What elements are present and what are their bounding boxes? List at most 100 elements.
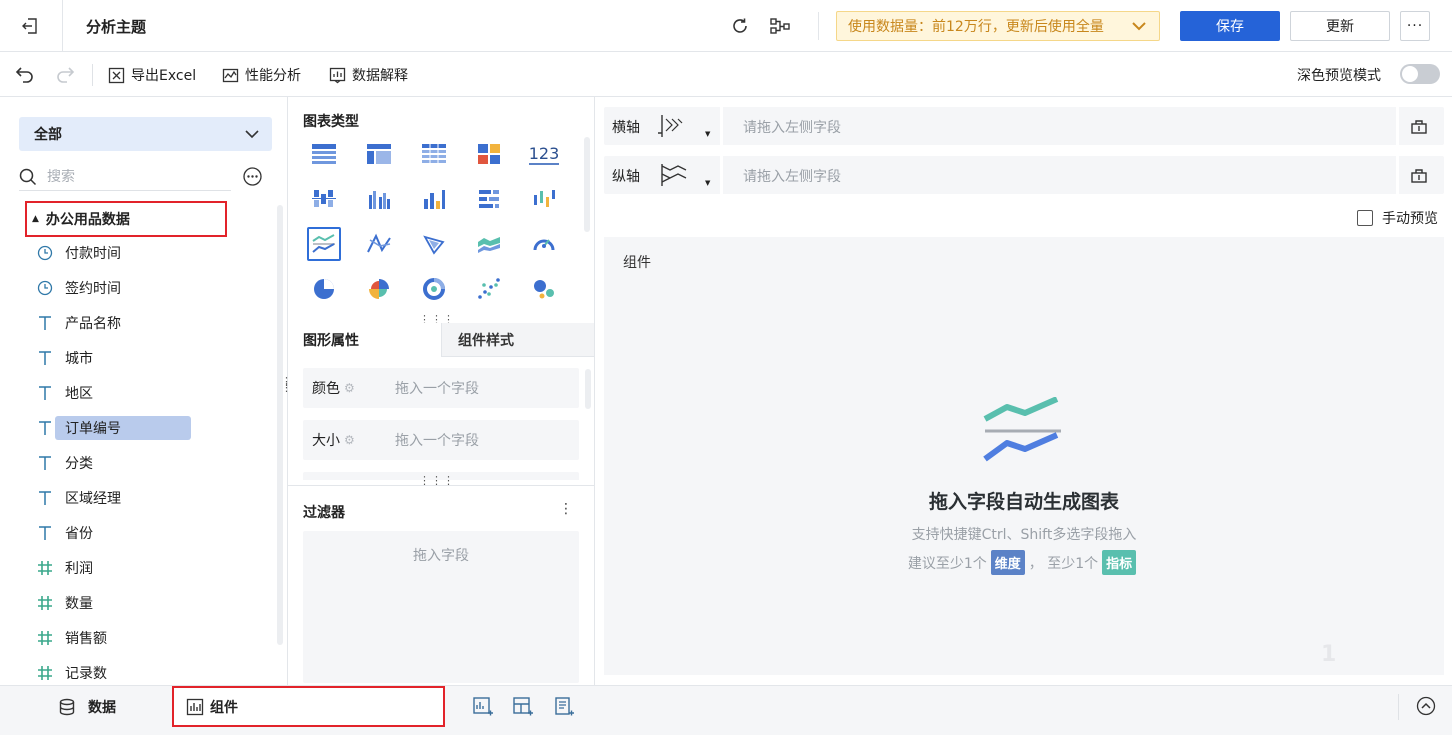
field-item[interactable]: 销售额 [36, 626, 107, 650]
more-menu-button[interactable]: ··· [1400, 11, 1430, 41]
number-card-label: 123 [528, 143, 560, 165]
exit-icon[interactable] [16, 14, 44, 38]
field-item[interactable]: 分类 [36, 451, 93, 475]
color-label-text: 颜色 [312, 381, 340, 397]
tab-component-style[interactable]: 组件样式 [441, 323, 594, 357]
crosstab-chart-icon[interactable] [362, 137, 396, 171]
empty-state-suggestion: 建议至少1个 维度 ， 至少1个 指标 [604, 550, 1444, 575]
field-list-scrollbar[interactable] [277, 205, 283, 645]
axis-settings-icon[interactable] [1410, 117, 1428, 135]
dataset-scope-value: 全部 [34, 127, 62, 143]
chart-canvas-panel: 横轴 ▼ 请拖入左侧字段 纵轴 ▼ 请拖入左侧字段 手动预览 组件 拖入字段自动… [595, 97, 1452, 685]
scatter-chart-icon[interactable] [472, 272, 506, 306]
text-type-icon [36, 525, 54, 541]
caret-down-icon[interactable]: ▼ [705, 179, 710, 187]
field-item[interactable]: 城市 [36, 346, 93, 370]
refresh-icon[interactable] [727, 13, 753, 39]
range-bar-icon[interactable] [527, 182, 561, 216]
caret-down-icon[interactable]: ▲ [32, 214, 39, 224]
y-axis-label: 纵轴 [612, 169, 640, 185]
add-dashboard-icon[interactable] [512, 696, 534, 718]
add-report-icon[interactable] [553, 696, 575, 718]
tab-shape-properties[interactable]: 图形属性 [288, 323, 441, 357]
area-chart-icon[interactable] [472, 227, 506, 261]
gear-icon[interactable]: ⚙ [344, 381, 355, 395]
data-volume-notice[interactable]: 使用数据量：前12万行，更新后使用全量 [836, 11, 1160, 41]
export-excel-button[interactable]: 导出Excel [108, 64, 196, 86]
field-item[interactable]: 区域经理 [36, 486, 121, 510]
component-tab[interactable]: 组件 [172, 686, 445, 727]
line-chart-illustration-icon [983, 397, 1061, 462]
detail-table-icon[interactable] [417, 137, 451, 171]
x-axis-drop-zone[interactable]: 横轴 ▼ 请拖入左侧字段 [604, 107, 1444, 145]
rose-chart-icon[interactable] [362, 272, 396, 306]
field-item[interactable]: 数量 [36, 591, 93, 615]
color-drop-zone[interactable]: 颜色 ⚙ 拖入一个字段 [303, 368, 579, 408]
more-options-icon[interactable] [243, 167, 262, 186]
divider [720, 156, 723, 194]
dark-preview-toggle[interactable] [1400, 64, 1440, 84]
y-axis-drop-zone[interactable]: 纵轴 ▼ 请拖入左侧字段 [604, 156, 1444, 194]
component-title[interactable]: 组件 [623, 252, 651, 272]
text-type-icon [36, 420, 54, 436]
horizontal-bar-icon[interactable] [472, 182, 506, 216]
field-item[interactable]: 利润 [36, 556, 93, 580]
table-chart-icon[interactable] [307, 137, 341, 171]
field-item[interactable]: 地区 [36, 381, 93, 405]
search-input[interactable] [47, 168, 217, 185]
resize-handle-icon[interactable]: ⋮⋮⋮ [419, 475, 455, 486]
chevron-up-circle-icon[interactable] [1416, 696, 1436, 716]
donut-chart-icon[interactable] [417, 272, 451, 306]
manual-preview-checkbox[interactable]: 手动预览 [1357, 208, 1438, 228]
data-panel: 全部 ▲ 办公用品数据 付款时间签约时间产品名称城市地区订单编号分类区域经理省份… [0, 97, 292, 685]
chart-types-title: 图表类型 [303, 114, 359, 130]
empty-state-hint: 支持快捷键Ctrl、Shift多选字段拖入 [911, 527, 1137, 543]
chart-types-scrollbar[interactable] [584, 137, 590, 232]
suggestion-middle: ， 至少1个 [1028, 555, 1099, 572]
axis-settings-icon[interactable] [1410, 166, 1428, 184]
search-icon [19, 168, 37, 185]
field-item[interactable]: 产品名称 [36, 311, 121, 335]
redo-icon[interactable] [52, 61, 78, 87]
dataset-scope-select[interactable]: 全部 [19, 117, 272, 151]
data-tab[interactable]: 数据 [58, 697, 116, 717]
gauge-chart-icon[interactable] [527, 227, 561, 261]
divider [62, 0, 63, 52]
field-item[interactable]: 记录数 [36, 661, 107, 685]
lineage-icon[interactable] [767, 13, 793, 39]
bar-chart-icon[interactable] [417, 182, 451, 216]
number-card-icon[interactable]: 123 [527, 137, 561, 171]
radar-chart-icon[interactable] [417, 227, 451, 261]
kebab-menu-icon[interactable]: ⋮ [559, 501, 573, 517]
add-component-icon[interactable] [472, 696, 494, 718]
kpi-card-icon[interactable] [472, 137, 506, 171]
bubble-chart-icon[interactable] [527, 272, 561, 306]
caret-down-icon[interactable]: ▼ [705, 130, 710, 138]
dataset-node[interactable]: ▲ 办公用品数据 [25, 201, 227, 237]
pie-chart-icon[interactable] [307, 272, 341, 306]
field-item[interactable]: 签约时间 [36, 276, 121, 300]
resize-handle-icon[interactable]: ⋮⋮⋮ [419, 314, 455, 325]
gear-icon[interactable]: ⚙ [344, 433, 355, 447]
grouped-table-icon[interactable] [307, 182, 341, 216]
radar-line-icon[interactable] [362, 227, 396, 261]
performance-analysis-button[interactable]: 性能分析 [222, 64, 301, 86]
field-item[interactable]: 付款时间 [36, 241, 121, 265]
grouped-bar-icon[interactable] [362, 182, 396, 216]
save-button[interactable]: 保存 [1180, 11, 1280, 41]
x-axis-type-icon[interactable] [656, 113, 692, 139]
field-label: 销售额 [65, 631, 107, 647]
y-axis-type-icon[interactable] [656, 162, 692, 188]
data-explain-button[interactable]: 数据解释 [329, 64, 408, 86]
attributes-scrollbar[interactable] [585, 369, 591, 409]
size-drop-zone[interactable]: 大小 ⚙ 拖入一个字段 [303, 420, 579, 460]
update-button[interactable]: 更新 [1290, 11, 1390, 41]
undo-icon[interactable] [12, 61, 38, 87]
line-chart-icon[interactable] [307, 227, 341, 261]
checkbox-box[interactable] [1357, 210, 1373, 226]
filter-drop-zone[interactable]: 拖入字段 [303, 531, 579, 683]
chart-canvas[interactable]: 组件 拖入字段自动生成图表 支持快捷键Ctrl、Shift多选字段拖入 建议至少… [604, 237, 1444, 675]
empty-state-title: 拖入字段自动生成图表 [928, 491, 1119, 513]
field-item[interactable]: 订单编号 [36, 416, 191, 440]
field-item[interactable]: 省份 [36, 521, 93, 545]
